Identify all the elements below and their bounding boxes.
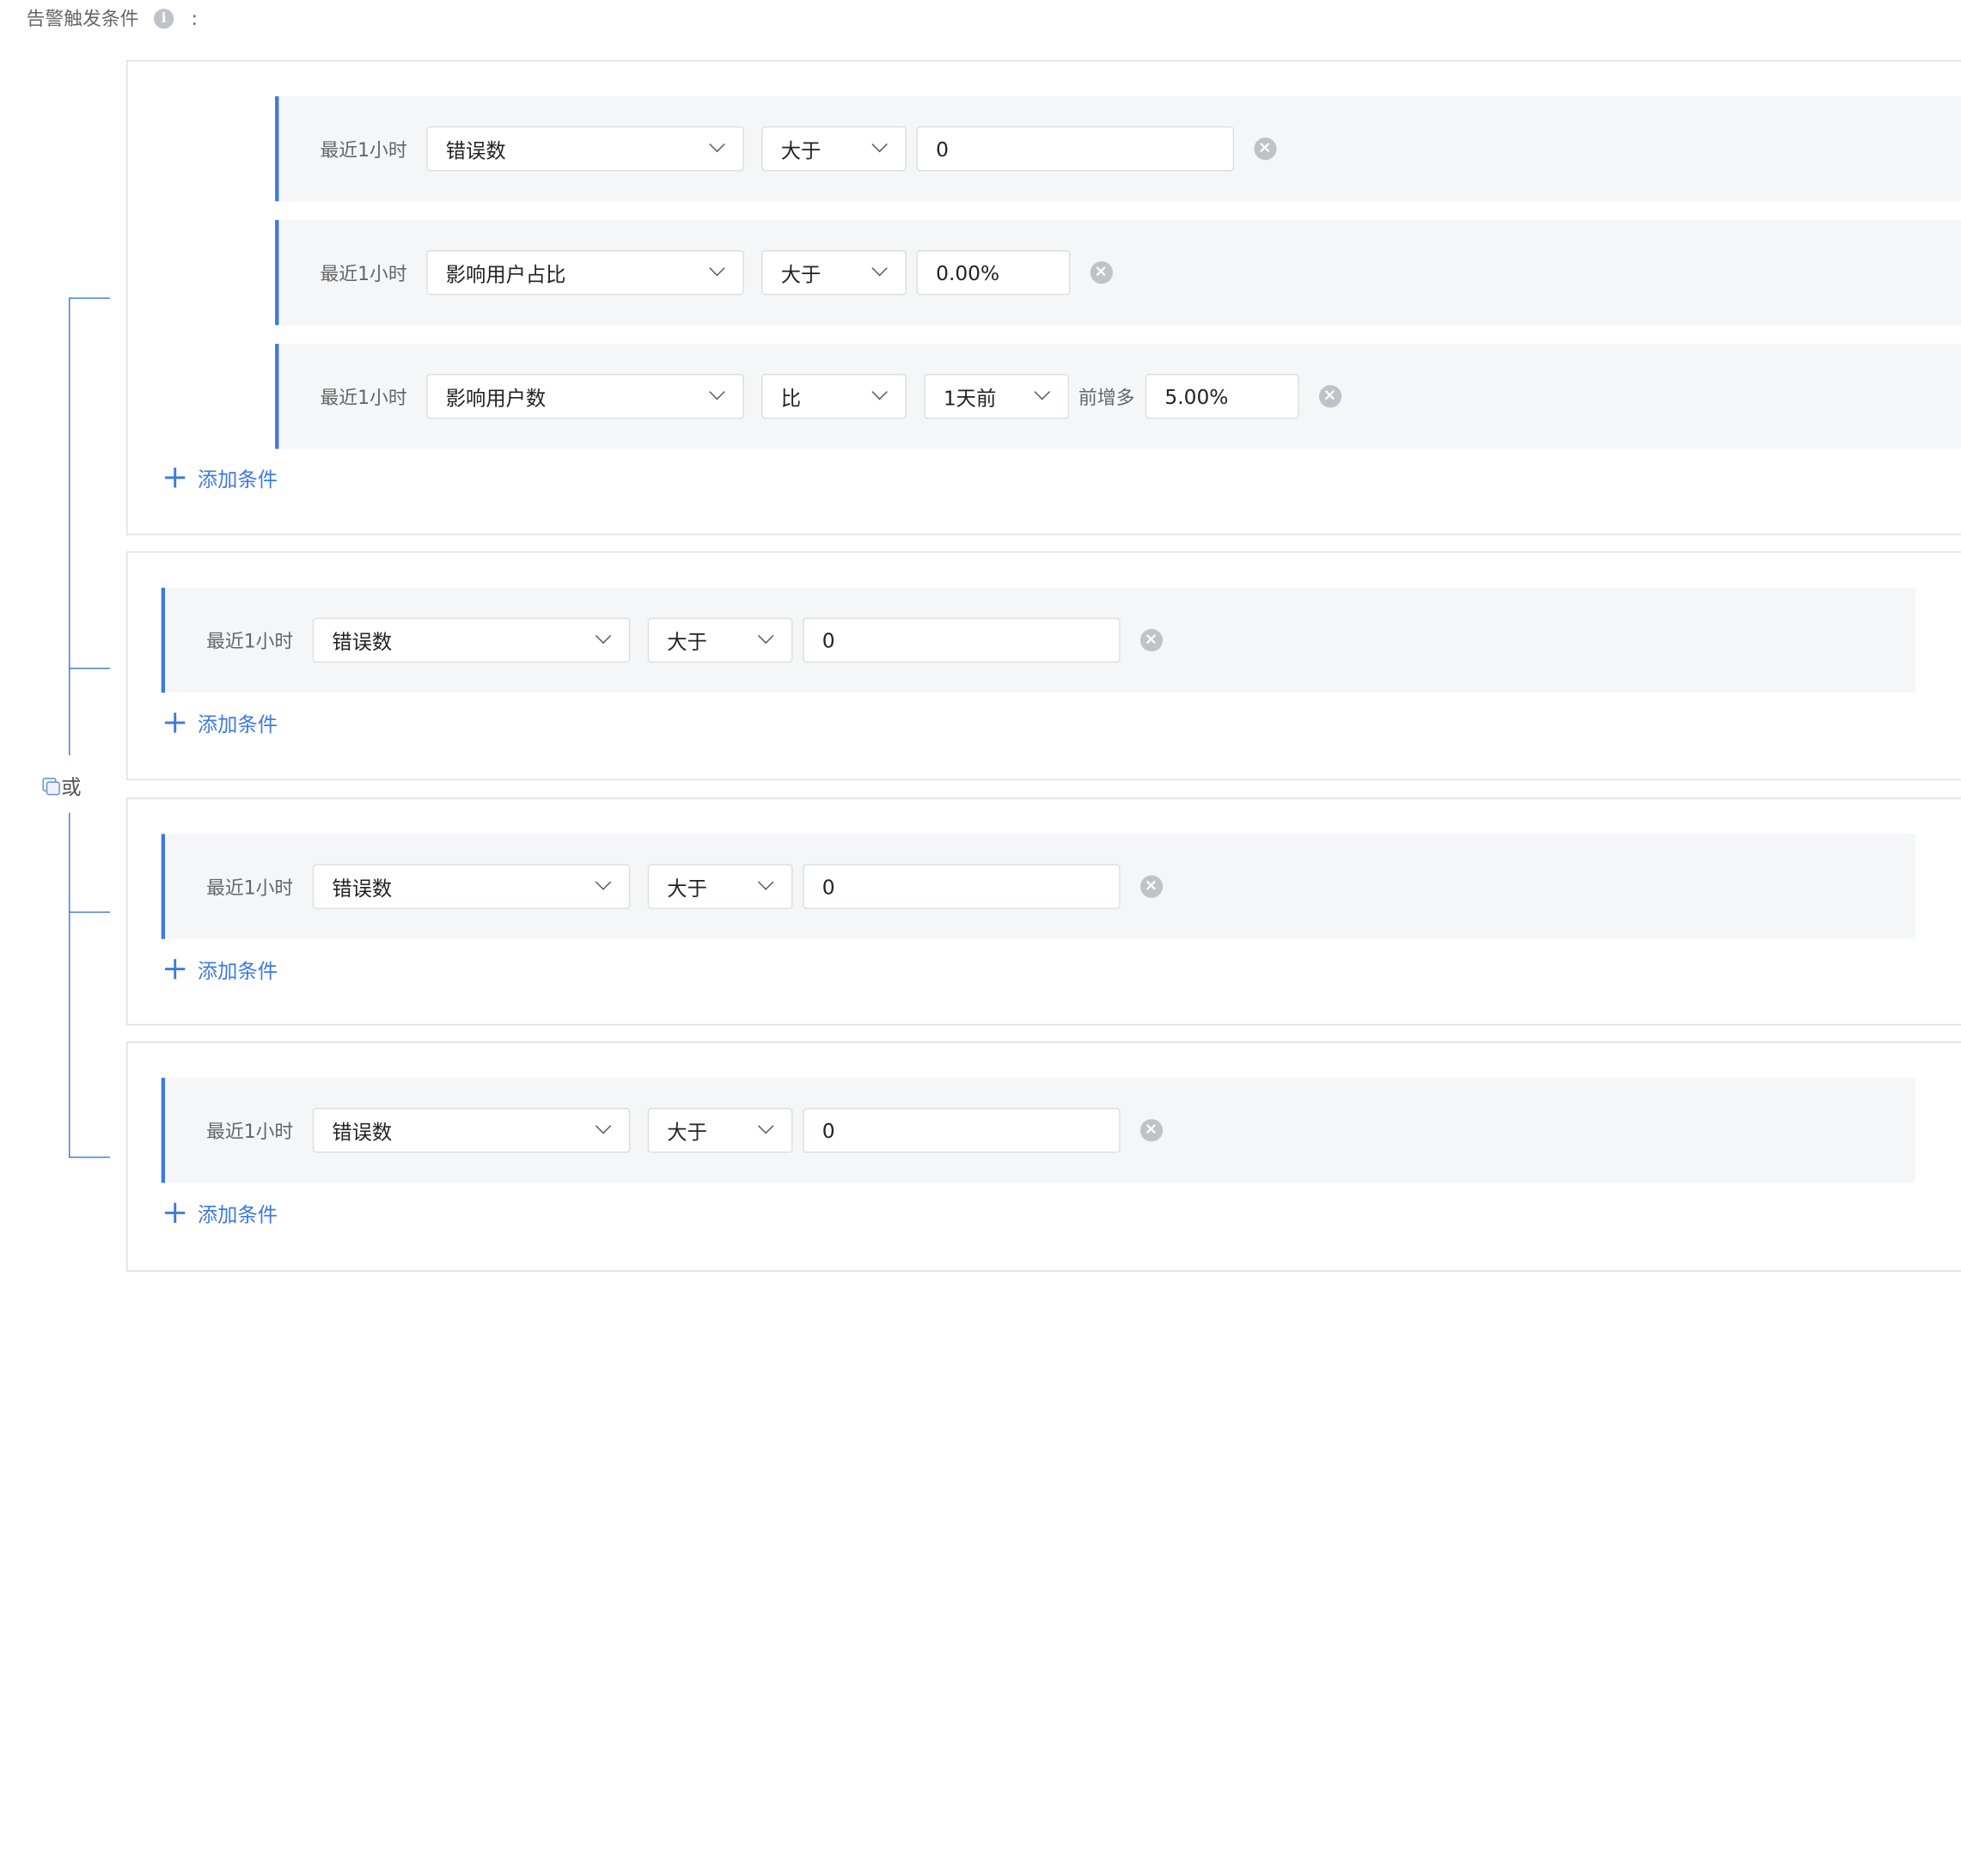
chevron-down-icon: [595, 1117, 611, 1134]
info-icon[interactable]: i: [153, 8, 174, 28]
chevron-down-icon: [708, 383, 725, 400]
time-window-label: 最近1小时: [320, 385, 407, 409]
operator-select[interactable]: 大于: [761, 250, 907, 296]
close-icon[interactable]: ×: [1318, 385, 1341, 408]
condition-group-2: 最近1小时 错误数 大于 0 × 添加条件: [125, 551, 1961, 780]
operator-value: 大于: [667, 876, 707, 901]
condition-row: 最近1小时 错误数 大于 0 ×: [161, 834, 1916, 939]
operator-value: 比: [780, 386, 802, 411]
stack-icon: [42, 777, 60, 795]
or-branch-3: [69, 911, 111, 914]
time-window-label: 最近1小时: [206, 1119, 294, 1143]
metric-select[interactable]: 影响用户占比: [425, 250, 744, 296]
add-condition-button[interactable]: 添加条件: [165, 954, 278, 984]
condition-row: 最近1小时 影响用户占比 大于 0.00% ×: [275, 220, 1961, 326]
chevron-down-icon: [871, 383, 888, 400]
condition-group-4: 最近1小时 错误数 大于 0 × 添加条件: [125, 1042, 1961, 1272]
section-title: 告警触发条件: [26, 7, 139, 30]
add-condition-label: 添加条件: [197, 1202, 278, 1227]
operator-select[interactable]: 大于: [647, 617, 792, 663]
operator-value: 大于: [667, 630, 707, 654]
or-label: 或: [61, 775, 82, 799]
add-condition-button[interactable]: 添加条件: [165, 1198, 278, 1228]
section-label: 告警触发条件 i :: [27, 5, 198, 32]
chevron-down-icon: [871, 260, 888, 277]
time-window-label: 最近1小时: [320, 261, 407, 285]
metric-value: 错误数: [332, 630, 393, 654]
or-line-bottom: [69, 812, 70, 1158]
plus-icon: [165, 958, 186, 980]
or-branch-2: [69, 667, 111, 669]
metric-select[interactable]: 错误数: [312, 864, 630, 909]
close-icon[interactable]: ×: [1090, 261, 1113, 284]
chevron-down-icon: [757, 874, 773, 890]
metric-value: 错误数: [332, 876, 393, 901]
operator-select[interactable]: 大于: [647, 1108, 792, 1153]
time-window-label: 最近1小时: [206, 876, 294, 899]
or-branch-1: [69, 297, 111, 299]
chevron-down-icon: [708, 136, 725, 153]
chevron-down-icon: [595, 874, 611, 890]
condition-row: 最近1小时 错误数 大于 0 ×: [161, 1078, 1916, 1183]
chevron-down-icon: [1033, 383, 1050, 400]
condition-group-3: 最近1小时 错误数 大于 0 × 添加条件: [125, 797, 1961, 1026]
metric-value: 影响用户数: [445, 386, 547, 411]
condition-row: 最近1小时 错误数 大于 0 ×: [275, 96, 1961, 202]
add-condition-label: 添加条件: [197, 467, 278, 492]
metric-value: 错误数: [445, 138, 506, 163]
operator-value: 大于: [667, 1120, 707, 1145]
close-icon[interactable]: ×: [1253, 137, 1276, 161]
operator-value: 大于: [780, 138, 822, 163]
chevron-down-icon: [708, 260, 725, 277]
chevron-down-icon: [871, 136, 888, 153]
operator-value: 大于: [780, 262, 822, 287]
compare-period-value: 1天前: [943, 386, 997, 411]
threshold-input[interactable]: 0: [915, 125, 1234, 172]
threshold-input[interactable]: 0.00%: [915, 250, 1070, 296]
operator-select[interactable]: 大于: [647, 864, 792, 909]
time-window-label: 最近1小时: [206, 629, 294, 652]
condition-row: 最近1小时 影响用户数 比 1天前 前增多 5.00% ×: [275, 344, 1961, 449]
or-toggle[interactable]: 或: [42, 770, 82, 800]
alert-condition-editor: 告警触发条件 i : 或 且 最近1小时 错误数 大于: [0, 0, 1961, 1876]
close-icon[interactable]: ×: [1139, 1119, 1163, 1142]
close-icon[interactable]: ×: [1139, 628, 1163, 652]
add-condition-label: 添加条件: [197, 958, 278, 983]
condition-group-1: 最近1小时 错误数 大于 0 × 最近1小时 影响用户占比 大于 0.00% ×…: [125, 59, 1961, 535]
add-condition-button[interactable]: 添加条件: [165, 462, 278, 492]
label-colon: :: [191, 7, 199, 30]
chevron-down-icon: [595, 627, 611, 645]
operator-select[interactable]: 大于: [761, 125, 907, 172]
or-line-top: [69, 297, 70, 755]
metric-value: 错误数: [332, 1120, 393, 1145]
chevron-down-icon: [757, 627, 773, 645]
plus-icon: [165, 467, 186, 488]
add-condition-button[interactable]: 添加条件: [165, 708, 278, 738]
condition-row: 最近1小时 错误数 大于 0 ×: [161, 587, 1916, 694]
close-icon[interactable]: ×: [1139, 875, 1163, 898]
operator-select[interactable]: 比: [761, 374, 907, 419]
plus-icon: [165, 1202, 186, 1223]
threshold-input[interactable]: 5.00%: [1145, 374, 1299, 419]
metric-select[interactable]: 错误数: [312, 617, 630, 663]
metric-select[interactable]: 影响用户数: [425, 374, 744, 419]
or-branch-4: [69, 1156, 111, 1158]
compare-text: 前增多: [1078, 385, 1135, 409]
threshold-input[interactable]: 0: [802, 864, 1121, 909]
compare-period-select[interactable]: 1天前: [923, 374, 1069, 419]
chevron-down-icon: [757, 1117, 773, 1134]
threshold-input[interactable]: 0: [802, 1108, 1121, 1153]
threshold-input[interactable]: 0: [802, 617, 1121, 663]
metric-select[interactable]: 错误数: [425, 125, 744, 172]
metric-select[interactable]: 错误数: [312, 1108, 630, 1153]
plus-icon: [165, 712, 186, 733]
time-window-label: 最近1小时: [320, 137, 407, 161]
add-condition-label: 添加条件: [197, 712, 278, 736]
metric-value: 影响用户占比: [445, 262, 566, 287]
